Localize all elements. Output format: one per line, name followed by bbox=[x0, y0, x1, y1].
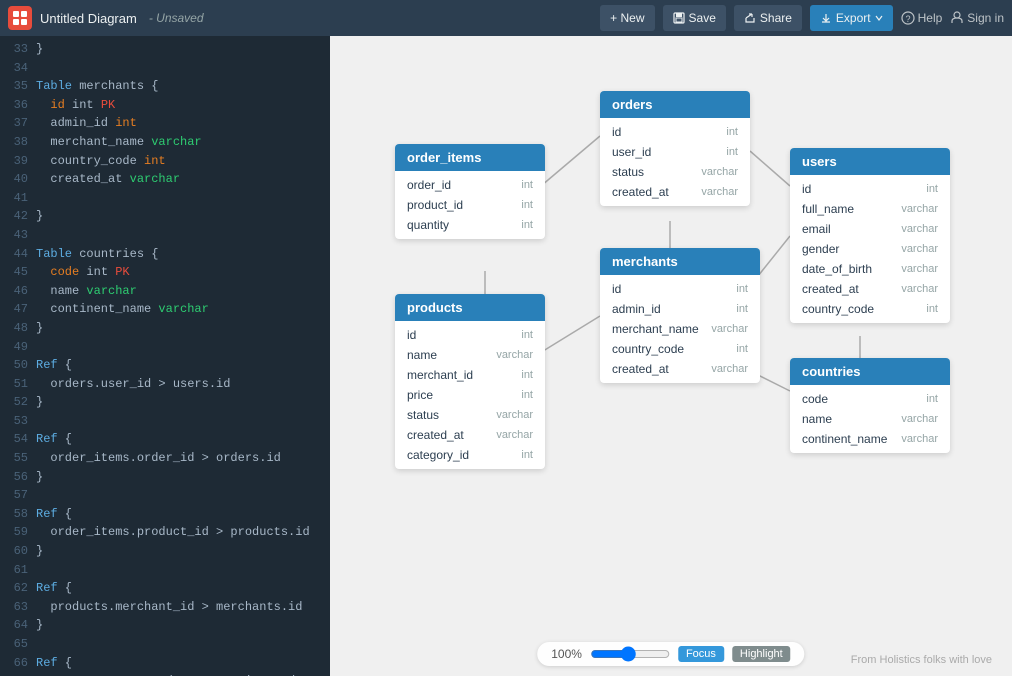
export-button[interactable]: Export bbox=[810, 5, 893, 31]
table-row: merchant_namevarchar bbox=[600, 319, 760, 339]
table-row: quantityint bbox=[395, 215, 545, 235]
table-users-body: idint full_namevarchar emailvarchar gend… bbox=[790, 175, 950, 323]
table-row: statusvarchar bbox=[600, 162, 750, 182]
table-row: gendervarchar bbox=[790, 239, 950, 259]
save-button[interactable]: Save bbox=[663, 5, 726, 31]
table-row: date_of_birthvarchar bbox=[790, 259, 950, 279]
app-logo[interactable] bbox=[8, 6, 32, 30]
signin-icon bbox=[950, 11, 964, 25]
topbar-right-actions: ? Help Sign in bbox=[901, 11, 1004, 25]
table-countries-body: codeint namevarchar continent_namevarcha… bbox=[790, 385, 950, 453]
table-order-items-header: order_items bbox=[395, 144, 545, 171]
main-area: 33} 34 35Table merchants { 36 id int PK … bbox=[0, 36, 1012, 676]
table-row: idint bbox=[600, 122, 750, 142]
highlight-button[interactable]: Highlight bbox=[732, 646, 791, 662]
table-row: priceint bbox=[395, 385, 545, 405]
help-icon: ? bbox=[901, 11, 915, 25]
table-orders-body: idint user_idint statusvarchar created_a… bbox=[600, 118, 750, 206]
table-row: full_namevarchar bbox=[790, 199, 950, 219]
table-products-header: products bbox=[395, 294, 545, 321]
table-row: country_codeint bbox=[600, 339, 760, 359]
zoom-bar: 100% Focus Highlight bbox=[537, 642, 804, 666]
table-row: order_idint bbox=[395, 175, 545, 195]
topbar: Untitled Diagram - Unsaved + New Save Sh… bbox=[0, 0, 1012, 36]
zoom-slider[interactable] bbox=[590, 646, 670, 662]
share-icon bbox=[744, 12, 756, 24]
table-row: idint bbox=[395, 325, 545, 345]
table-users[interactable]: users idint full_namevarchar emailvarcha… bbox=[790, 148, 950, 323]
unsaved-indicator: - Unsaved bbox=[149, 11, 204, 25]
table-row: idint bbox=[790, 179, 950, 199]
share-button[interactable]: Share bbox=[734, 5, 802, 31]
table-row: continent_namevarchar bbox=[790, 429, 950, 449]
diagram-title: Untitled Diagram bbox=[40, 11, 137, 26]
table-row: created_atvarchar bbox=[600, 359, 760, 379]
table-orders-header: orders bbox=[600, 91, 750, 118]
table-products[interactable]: products idint namevarchar merchant_idin… bbox=[395, 294, 545, 469]
table-row: codeint bbox=[790, 389, 950, 409]
code-panel[interactable]: 33} 34 35Table merchants { 36 id int PK … bbox=[0, 36, 330, 676]
chevron-down-icon bbox=[875, 14, 883, 22]
table-orders[interactable]: orders idint user_idint statusvarchar cr… bbox=[600, 91, 750, 206]
table-row: emailvarchar bbox=[790, 219, 950, 239]
svg-text:?: ? bbox=[905, 14, 910, 24]
table-products-body: idint namevarchar merchant_idint pricein… bbox=[395, 321, 545, 469]
table-row: namevarchar bbox=[790, 409, 950, 429]
table-countries[interactable]: countries codeint namevarchar continent_… bbox=[790, 358, 950, 453]
table-row: product_idint bbox=[395, 195, 545, 215]
table-row: country_codeint bbox=[790, 299, 950, 319]
footer-credit: From Holistics folks with love bbox=[851, 654, 992, 666]
table-users-header: users bbox=[790, 148, 950, 175]
table-countries-header: countries bbox=[790, 358, 950, 385]
diagram-canvas[interactable]: orders idint user_idint statusvarchar cr… bbox=[330, 36, 1012, 676]
zoom-percent: 100% bbox=[551, 647, 582, 661]
table-row: namevarchar bbox=[395, 345, 545, 365]
focus-button[interactable]: Focus bbox=[678, 646, 724, 662]
table-row: created_atvarchar bbox=[600, 182, 750, 202]
new-button[interactable]: + New bbox=[600, 5, 654, 31]
table-order-items-body: order_idint product_idint quantityint bbox=[395, 171, 545, 239]
table-row: category_idint bbox=[395, 445, 545, 465]
table-row: created_atvarchar bbox=[395, 425, 545, 445]
table-row: statusvarchar bbox=[395, 405, 545, 425]
table-row: admin_idint bbox=[600, 299, 760, 319]
signin-button[interactable]: Sign in bbox=[950, 11, 1004, 25]
help-button[interactable]: ? Help bbox=[901, 11, 943, 25]
export-icon bbox=[820, 12, 832, 24]
table-row: idint bbox=[600, 279, 760, 299]
table-merchants-body: idint admin_idint merchant_namevarchar c… bbox=[600, 275, 760, 383]
table-merchants-header: merchants bbox=[600, 248, 760, 275]
table-row: merchant_idint bbox=[395, 365, 545, 385]
table-order-items[interactable]: order_items order_idint product_idint qu… bbox=[395, 144, 545, 239]
save-icon bbox=[673, 12, 685, 24]
table-row: created_atvarchar bbox=[790, 279, 950, 299]
table-row: user_idint bbox=[600, 142, 750, 162]
table-merchants[interactable]: merchants idint admin_idint merchant_nam… bbox=[600, 248, 760, 383]
